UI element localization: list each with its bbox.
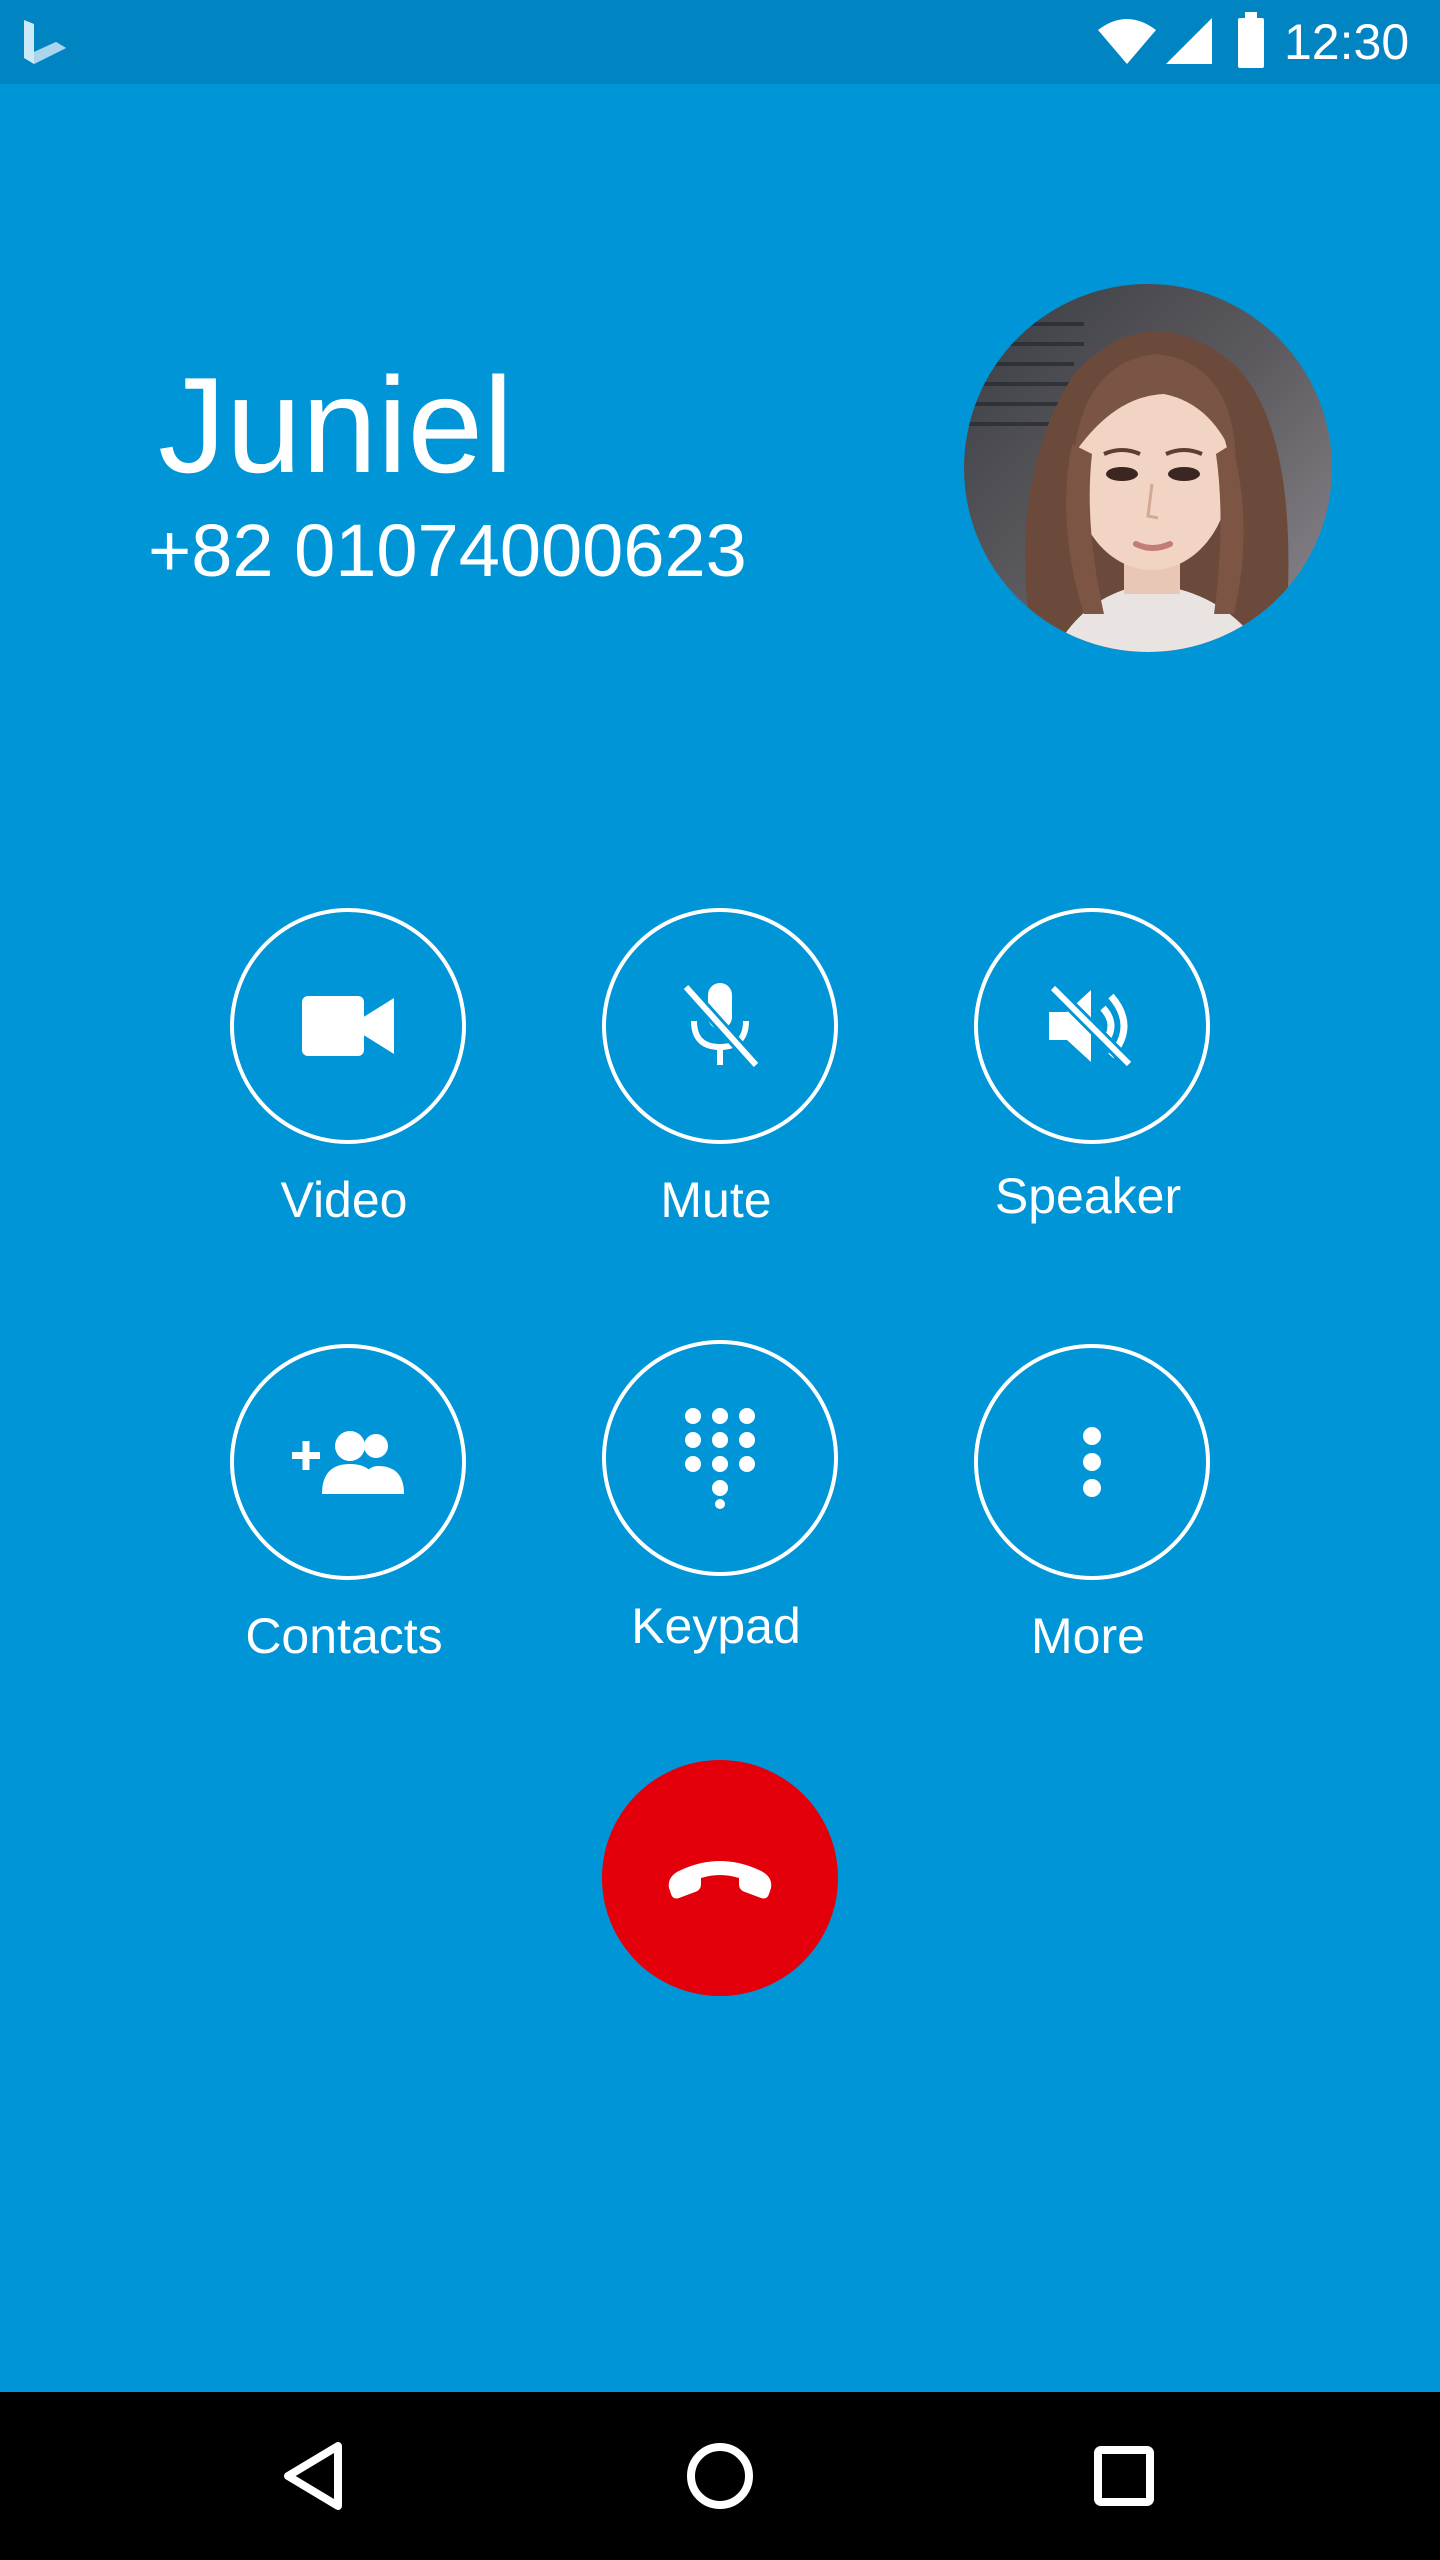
- keypad-action: Keypad: [572, 1340, 872, 1670]
- contacts-label: Contacts: [245, 1608, 443, 1664]
- video-camera-icon: [302, 996, 394, 1056]
- more-label: More: [1031, 1608, 1145, 1664]
- battery-icon: [1238, 12, 1264, 68]
- back-icon: [284, 2442, 342, 2510]
- cell-signal-icon: [1166, 18, 1212, 64]
- status-bar: 12:30: [0, 0, 1440, 84]
- mute-label: Mute: [660, 1172, 772, 1228]
- video-label: Video: [280, 1172, 408, 1228]
- more-button[interactable]: [974, 1344, 1210, 1580]
- speaker-label: Speaker: [994, 1168, 1182, 1224]
- recent-apps-icon: [1094, 2446, 1154, 2506]
- navigation-bar: [0, 2392, 1440, 2560]
- status-clock: 12:30: [1284, 14, 1410, 70]
- caller-number: +82 01074000623: [148, 509, 747, 592]
- contacts-action: Contacts: [200, 1344, 500, 1674]
- keypad-button[interactable]: [602, 1340, 838, 1576]
- speaker-off-icon: [1048, 984, 1134, 1068]
- caller-avatar-image: [964, 284, 1332, 652]
- speaker-action: Speaker: [944, 908, 1244, 1238]
- back-button[interactable]: [266, 2426, 366, 2526]
- wifi-icon: [1098, 19, 1156, 64]
- home-button[interactable]: [670, 2426, 770, 2526]
- more-vertical-icon: [1083, 1427, 1101, 1497]
- dialpad-icon: [685, 1408, 755, 1509]
- add-contacts-icon: [292, 1431, 404, 1494]
- keypad-label: Keypad: [631, 1598, 801, 1654]
- recent-apps-button[interactable]: [1074, 2426, 1174, 2526]
- bing-logo-icon: [24, 20, 66, 64]
- video-button[interactable]: [230, 908, 466, 1144]
- microphone-off-icon: [681, 982, 760, 1070]
- mute-button[interactable]: [602, 908, 838, 1144]
- contacts-button[interactable]: [230, 1344, 466, 1580]
- hang-up-icon: [668, 1861, 772, 1899]
- more-action: More: [944, 1344, 1244, 1674]
- video-action: Video: [200, 908, 500, 1238]
- caller-avatar: [964, 284, 1332, 652]
- end-call-button[interactable]: [602, 1760, 838, 1996]
- caller-name: Juniel: [158, 349, 514, 501]
- speaker-button[interactable]: [974, 908, 1210, 1144]
- mute-action: Mute: [572, 908, 872, 1238]
- home-icon: [687, 2443, 753, 2509]
